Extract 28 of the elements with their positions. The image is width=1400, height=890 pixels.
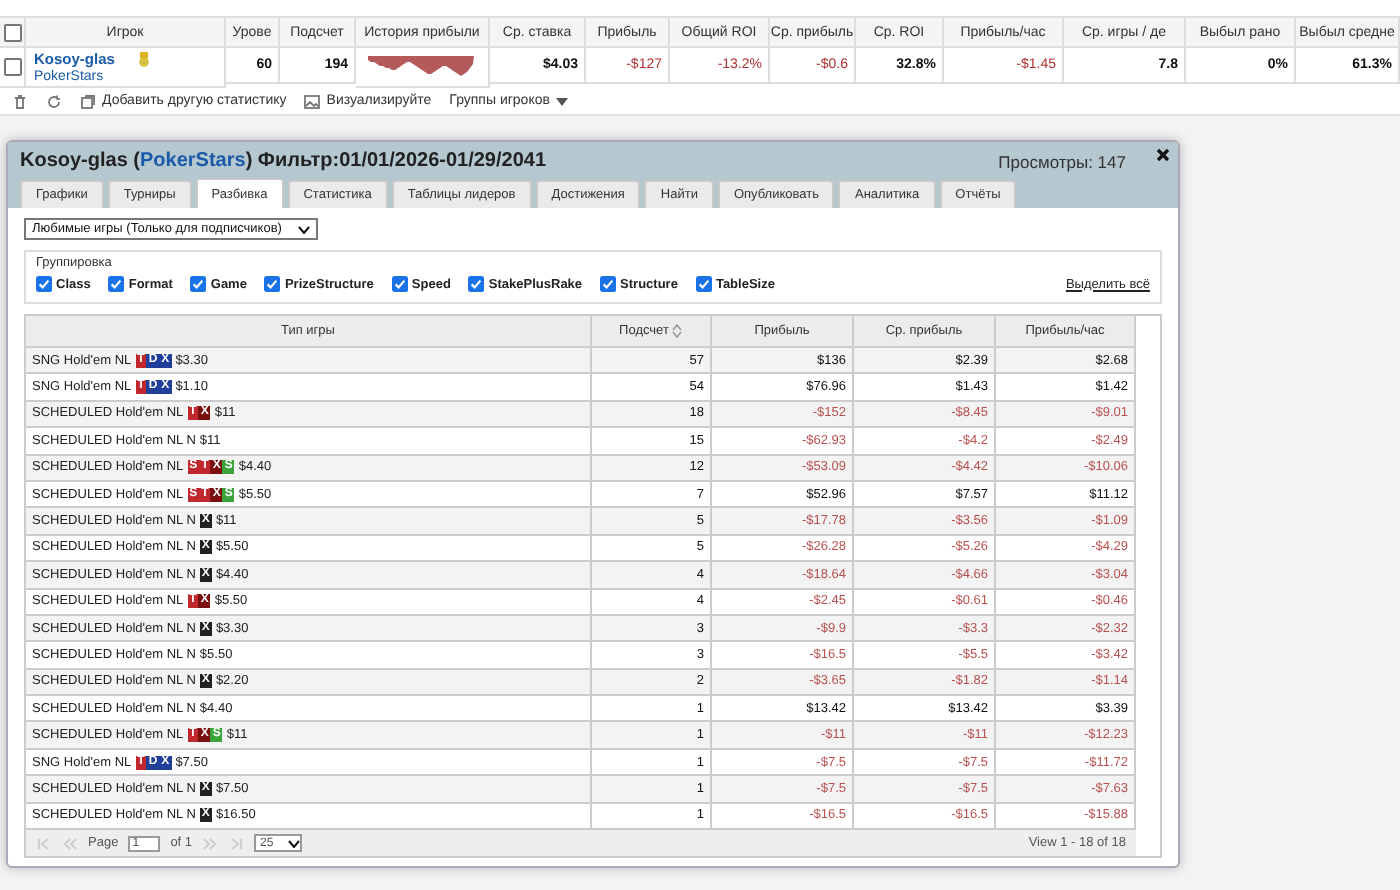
image-icon [304, 93, 321, 109]
next-page-icon [202, 835, 219, 852]
refresh-icon [46, 93, 62, 109]
checkbox[interactable] [391, 276, 408, 292]
checkbox[interactable] [108, 276, 125, 292]
row-checkbox[interactable] [3, 58, 21, 76]
checkbox[interactable] [695, 276, 712, 292]
close-icon[interactable] [1156, 148, 1170, 162]
trash-icon [12, 93, 28, 109]
sort-icon [672, 324, 683, 338]
first-page-icon [36, 835, 52, 852]
medal-icon [138, 51, 151, 67]
select-all-checkbox[interactable] [3, 23, 21, 41]
dialog-title: Kosoy-glas (PokerStars) Фильтр:01/01/2026-01/29/2041 [20, 150, 547, 172]
checkbox[interactable] [468, 276, 485, 292]
views-count: Просмотры: 147 [998, 151, 1126, 171]
previous-page-icon [62, 835, 78, 852]
checkbox[interactable] [264, 276, 281, 292]
checkbox[interactable] [600, 276, 617, 292]
chevron-down-icon [298, 225, 310, 233]
site-link[interactable]: PokerStars [140, 150, 246, 172]
window-icon [80, 93, 96, 109]
last-page-icon [228, 835, 245, 852]
profit-sparkline [368, 55, 476, 79]
caret-icon [555, 97, 568, 105]
checkbox[interactable] [36, 276, 52, 292]
chevron-down-icon [288, 839, 301, 848]
checkbox[interactable] [190, 276, 207, 292]
